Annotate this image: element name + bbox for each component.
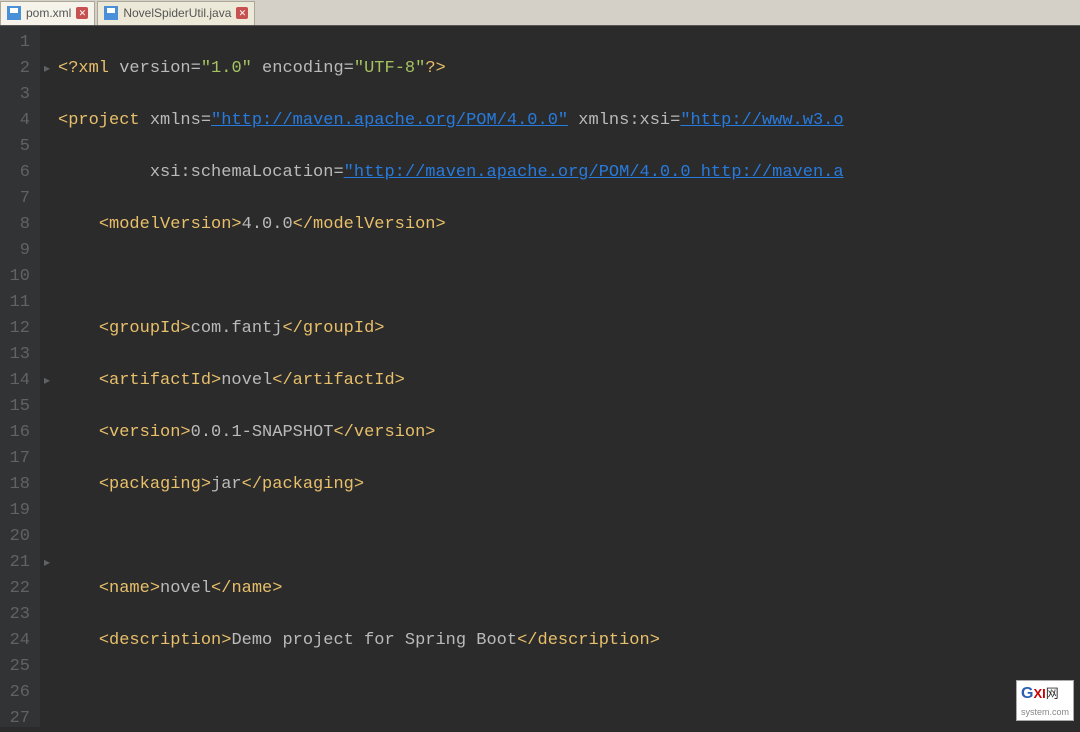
line-number: 26 [8,680,30,706]
line-number: 21 [8,550,30,576]
fold-marker [40,524,54,550]
line-number: 25 [8,654,30,680]
fold-marker[interactable]: ▸ [40,550,54,576]
line-number: 10 [8,264,30,290]
fold-marker [40,342,54,368]
fold-marker [40,394,54,420]
code-line: xsi:schemaLocation="http://maven.apache.… [58,160,1080,186]
line-number-gutter: 1234567891011121314151617181920212223242… [0,26,40,727]
fold-marker [40,498,54,524]
tab-novelspiderutil[interactable]: NovelSpiderUtil.java ✕ [97,1,255,25]
fold-marker [40,706,54,732]
line-number: 12 [8,316,30,342]
line-number: 15 [8,394,30,420]
line-number: 24 [8,628,30,654]
fold-marker [40,264,54,290]
tab-pom-xml[interactable]: pom.xml ✕ [0,1,95,25]
code-line: <project xmlns="http://maven.apache.org/… [58,108,1080,134]
close-icon[interactable]: ✕ [76,7,88,19]
fold-marker [40,160,54,186]
code-line: <modelVersion>4.0.0</modelVersion> [58,212,1080,238]
tab-bar: pom.xml ✕ NovelSpiderUtil.java ✕ [0,0,1080,26]
save-icon [104,6,118,20]
fold-marker [40,108,54,134]
code-line: <version>0.0.1-SNAPSHOT</version> [58,420,1080,446]
tab-label: pom.xml [26,6,71,20]
fold-marker [40,238,54,264]
fold-marker[interactable]: ▸ [40,56,54,82]
line-number: 4 [8,108,30,134]
code-line [58,680,1080,706]
fold-marker [40,654,54,680]
tab-label: NovelSpiderUtil.java [123,6,231,20]
fold-marker [40,186,54,212]
line-number: 3 [8,82,30,108]
line-number: 22 [8,576,30,602]
line-number: 5 [8,134,30,160]
line-number: 7 [8,186,30,212]
line-number: 9 [8,238,30,264]
save-icon [7,6,21,20]
code-line: <name>novel</name> [58,576,1080,602]
fold-marker [40,576,54,602]
line-number: 16 [8,420,30,446]
fold-marker [40,290,54,316]
code-editor[interactable]: 1234567891011121314151617181920212223242… [0,26,1080,727]
line-number: 11 [8,290,30,316]
code-line: <groupId>com.fantj</groupId> [58,316,1080,342]
fold-marker [40,472,54,498]
fold-marker [40,420,54,446]
line-number: 23 [8,602,30,628]
line-number: 2 [8,56,30,82]
code-line: <packaging>jar</packaging> [58,472,1080,498]
fold-marker [40,212,54,238]
line-number: 17 [8,446,30,472]
code-line: <artifactId>novel</artifactId> [58,368,1080,394]
fold-marker[interactable]: ▸ [40,368,54,394]
line-number: 14 [8,368,30,394]
fold-column: ▸ ▸ ▸ [40,26,54,727]
line-number: 6 [8,160,30,186]
line-number: 18 [8,472,30,498]
fold-marker [40,446,54,472]
code-line: <?xml version="1.0" encoding="UTF-8"?> [58,56,1080,82]
fold-marker [40,134,54,160]
line-number: 19 [8,498,30,524]
watermark-logo: GXI网 system.com [1016,680,1074,721]
close-icon[interactable]: ✕ [236,7,248,19]
line-number: 13 [8,342,30,368]
code-area[interactable]: <?xml version="1.0" encoding="UTF-8"?> <… [54,26,1080,727]
fold-marker [40,628,54,654]
line-number: 1 [8,30,30,56]
fold-marker [40,680,54,706]
fold-marker [40,82,54,108]
line-number: 27 [8,706,30,732]
line-number: 20 [8,524,30,550]
code-line: <description>Demo project for Spring Boo… [58,628,1080,654]
code-line [58,524,1080,550]
fold-marker [40,602,54,628]
code-line [58,264,1080,290]
line-number: 8 [8,212,30,238]
fold-marker [40,316,54,342]
fold-marker [40,30,54,56]
